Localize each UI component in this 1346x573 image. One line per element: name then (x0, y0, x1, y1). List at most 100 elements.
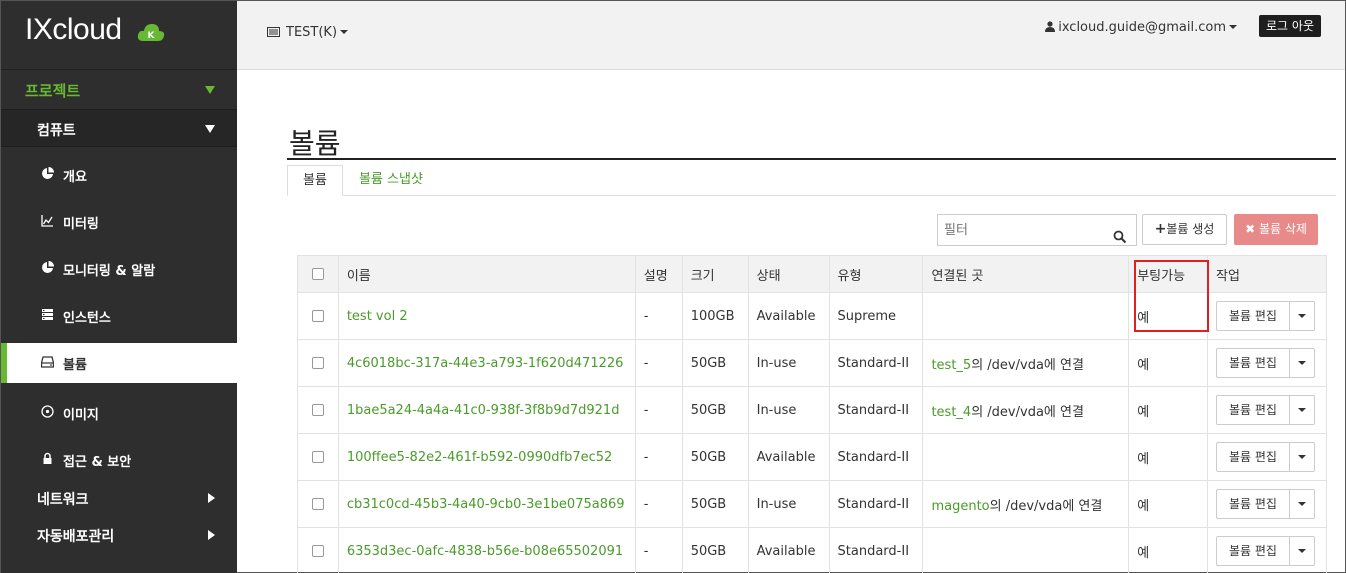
volume-bootable: 예 (1128, 292, 1208, 340)
column-header-name[interactable]: 이름 (337, 255, 636, 293)
volume-size: 50GB (681, 386, 749, 434)
user-email: ixcloud.guide@gmail.com (1058, 20, 1226, 35)
attached-instance-link[interactable]: test_4 (931, 405, 971, 420)
edit-volume-button[interactable]: 볼륨 편집 (1215, 442, 1290, 472)
create-volume-button[interactable]: +볼륨 생성 (1142, 214, 1227, 245)
tab-volume-snapshots[interactable]: 볼륨 스냅샷 (345, 165, 437, 196)
sidebar-project-toggle[interactable]: 프로젝트 (1, 70, 237, 110)
volume-status: In-use (747, 480, 830, 528)
sidebar-group-label: 자동배포관리 (37, 529, 115, 545)
actions-dropdown-toggle[interactable] (1289, 301, 1315, 331)
volume-name-link[interactable]: 4c6018bc-317a-44e3-a793-1f620d471226 (347, 356, 624, 371)
edit-volume-button[interactable]: 볼륨 편집 (1215, 536, 1290, 566)
volume-name-link[interactable]: 6353d3ec-0afc-4838-b56e-b08e65502091 (347, 544, 623, 559)
attached-instance-link[interactable]: test_5 (931, 358, 971, 373)
edit-volume-button[interactable]: 볼륨 편집 (1215, 348, 1290, 378)
edit-volume-button[interactable]: 볼륨 편집 (1215, 395, 1290, 425)
column-header-description[interactable]: 설명 (634, 255, 683, 293)
user-menu[interactable]: ixcloud.guide@gmail.com (1045, 20, 1237, 35)
create-volume-label: 볼륨 생성 (1166, 222, 1215, 236)
sidebar-project-label: 프로젝트 (25, 82, 81, 100)
volume-status: Available (747, 527, 830, 573)
sidebar-item-images[interactable]: 이미지 (1, 393, 237, 433)
select-all-checkbox[interactable] (311, 268, 324, 280)
volume-status: Available (747, 292, 830, 340)
title-divider (287, 158, 1336, 160)
filter-input[interactable] (937, 214, 1137, 246)
volume-name-link[interactable]: 1bae5a24-4a4a-41c0-938f-3f8b9d7d921d (347, 403, 620, 418)
sidebar-item-metering[interactable]: 미터링 (1, 202, 237, 242)
volume-name-link[interactable]: 100ffee5-82e2-461f-b592-0990dfb7ec52 (347, 450, 612, 465)
delete-volume-button[interactable]: ✖ 볼륨 삭제 (1234, 214, 1318, 245)
volumes-table: 이름 설명 크기 상태 유형 연결된 곳 부팅가능 작업 test vol 2 … (297, 255, 1328, 573)
row-checkbox[interactable] (311, 404, 324, 416)
caret-right-icon (208, 493, 215, 503)
volume-name-cell: test vol 2 (337, 292, 636, 340)
row-select-cell (297, 292, 339, 340)
sidebar-item-label: 볼륨 (63, 358, 87, 373)
sidebar-item-volumes[interactable]: 볼륨 (1, 343, 237, 383)
volume-description: - (634, 480, 683, 528)
volume-size: 50GB (681, 480, 749, 528)
volume-actions-cell: 볼륨 편집 (1206, 386, 1328, 434)
actions-dropdown-toggle[interactable] (1289, 442, 1315, 472)
tab-volumes[interactable]: 볼륨 (287, 165, 343, 196)
column-header-status[interactable]: 상태 (747, 255, 830, 293)
volume-name-link[interactable]: cb31c0cd-45b3-4a40-9cb0-3e1be075a869 (347, 497, 625, 512)
volume-bootable: 예 (1128, 386, 1208, 434)
volume-status: In-use (747, 386, 830, 434)
sidebar-group-network[interactable]: 네트워크 (1, 483, 237, 513)
table-row: test vol 2 - 100GB Available Supreme 예 볼… (297, 292, 1328, 340)
volume-size: 100GB (681, 292, 749, 340)
row-checkbox[interactable] (311, 545, 324, 557)
brand[interactable]: IXcloud K (1, 1, 237, 70)
edit-volume-group: 볼륨 편집 (1215, 301, 1315, 331)
actions-dropdown-toggle[interactable] (1289, 348, 1315, 378)
column-header-type[interactable]: 유형 (828, 255, 924, 293)
sidebar-item-label: 인스턴스 (63, 311, 111, 326)
actions-dropdown-toggle[interactable] (1289, 489, 1315, 519)
volume-bootable: 예 (1128, 480, 1208, 528)
actions-dropdown-toggle[interactable] (1289, 536, 1315, 566)
row-checkbox[interactable] (311, 310, 324, 322)
row-checkbox[interactable] (311, 451, 324, 463)
volume-size: 50GB (681, 433, 749, 481)
row-checkbox[interactable] (311, 357, 324, 369)
row-checkbox[interactable] (311, 498, 324, 510)
sidebar-item-label: 이미지 (63, 408, 99, 423)
actions-dropdown-toggle[interactable] (1289, 395, 1315, 425)
search-icon[interactable] (1113, 230, 1127, 244)
sidebar-item-label: 모니터링 & 알람 (63, 264, 156, 279)
volume-actions-cell: 볼륨 편집 (1206, 527, 1328, 573)
project-name: TEST(K) (286, 25, 338, 40)
caret-right-icon (208, 530, 215, 540)
sidebar-item-instances[interactable]: 인스턴스 (1, 296, 237, 336)
volume-name-link[interactable]: test vol 2 (347, 309, 408, 324)
table-row: 1bae5a24-4a4a-41c0-938f-3f8b9d7d921d - 5… (297, 386, 1328, 434)
sidebar-item-label: 개요 (63, 170, 87, 185)
attached-instance-link[interactable]: magento (931, 499, 989, 514)
sidebar-group-auto-deploy[interactable]: 자동배포관리 (1, 520, 237, 550)
volume-type: Standard-II (828, 339, 924, 387)
sidebar-item-label: 미터링 (63, 217, 99, 232)
volume-actions-cell: 볼륨 편집 (1206, 339, 1328, 387)
volume-actions-cell: 볼륨 편집 (1206, 292, 1328, 340)
volume-type: Standard-II (828, 480, 924, 528)
project-switcher[interactable]: TEST(K) (267, 25, 349, 40)
column-header-attached-to[interactable]: 연결된 곳 (922, 255, 1130, 293)
attached-device-text: 의 /dev/vda에 연결 (971, 404, 1084, 420)
select-all-cell (297, 255, 339, 293)
table-row: cb31c0cd-45b3-4a40-9cb0-3e1be075a869 - 5… (297, 480, 1328, 528)
lock-icon (43, 452, 52, 464)
logout-button[interactable]: 로그 아웃 (1259, 15, 1321, 37)
sidebar-item-overview[interactable]: 개요 (1, 155, 237, 195)
sidebar-item-monitoring[interactable]: 모니터링 & 알람 (1, 249, 237, 289)
sidebar-compute-label: 컴퓨트 (37, 123, 76, 139)
volume-description: - (634, 386, 683, 434)
sidebar-compute-toggle[interactable]: 컴퓨트 (1, 110, 237, 147)
sidebar-item-access-security[interactable]: 접근 & 보안 (1, 440, 237, 480)
column-header-size[interactable]: 크기 (681, 255, 749, 293)
column-header-bootable[interactable]: 부팅가능 (1128, 255, 1208, 293)
edit-volume-button[interactable]: 볼륨 편집 (1215, 301, 1290, 331)
edit-volume-button[interactable]: 볼륨 편집 (1215, 489, 1290, 519)
